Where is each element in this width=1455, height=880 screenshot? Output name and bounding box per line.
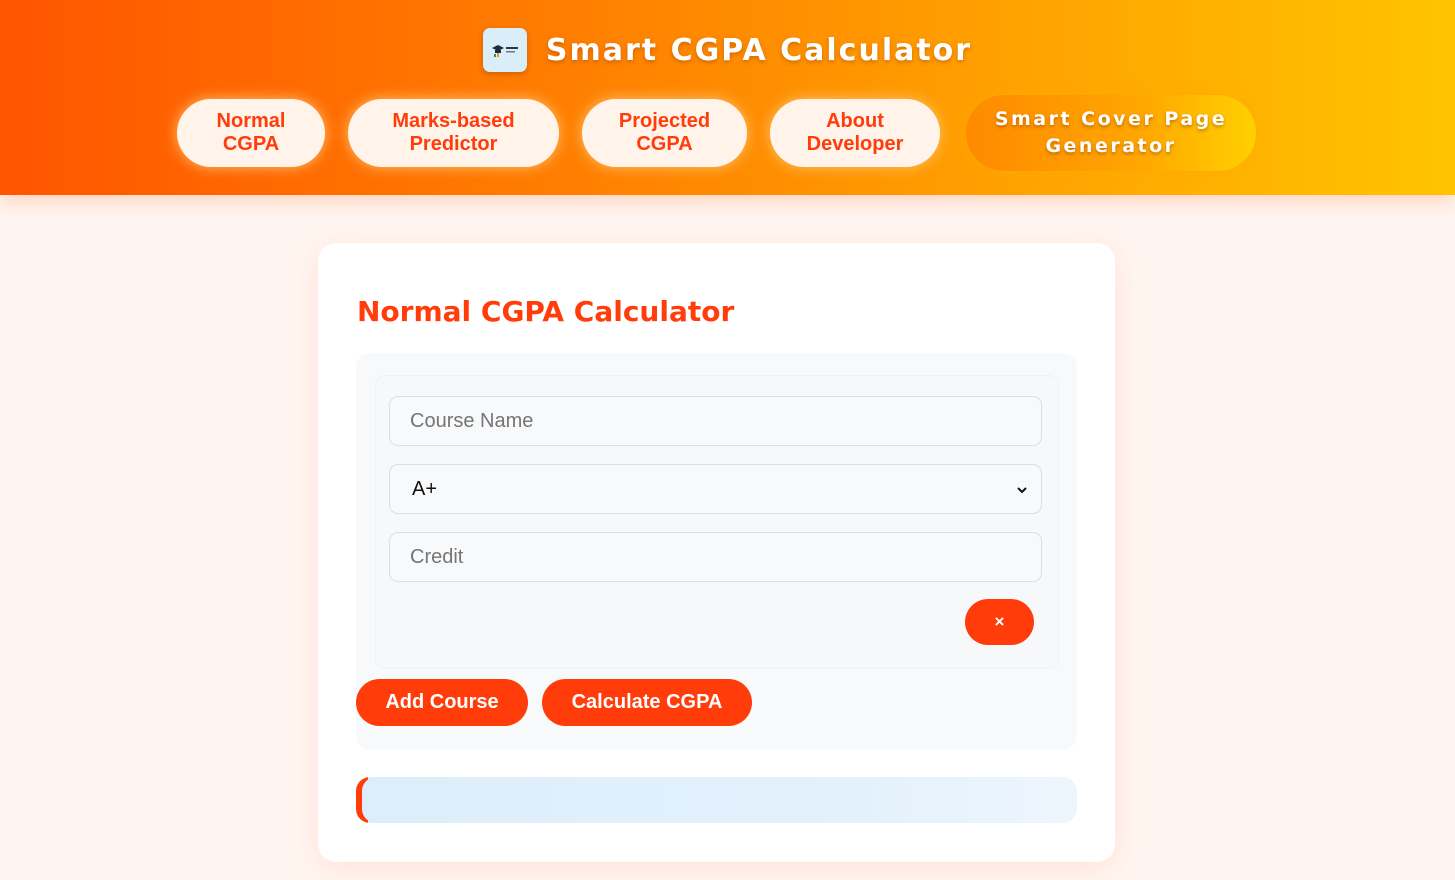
course-name-input[interactable] bbox=[389, 396, 1042, 446]
nav-projected-cgpa-button[interactable]: Projected CGPA bbox=[582, 99, 747, 167]
course-entry-row: A+ × bbox=[375, 375, 1059, 669]
result-accent-inner bbox=[362, 777, 376, 823]
brand: Smart CGPA Calculator bbox=[0, 28, 1455, 72]
grade-select-value: A+ bbox=[412, 477, 438, 500]
graduation-cap-logo-icon bbox=[482, 28, 527, 72]
calculate-cgpa-button[interactable]: Calculate CGPA bbox=[542, 679, 752, 726]
nav-about-developer-button[interactable]: About Developer bbox=[770, 99, 940, 167]
add-course-button[interactable]: Add Course bbox=[356, 679, 528, 726]
app-title: Smart CGPA Calculator bbox=[545, 32, 973, 68]
calculator-title: Normal CGPA Calculator bbox=[357, 295, 735, 328]
close-icon: × bbox=[994, 612, 1005, 631]
grade-select[interactable]: A+ bbox=[389, 464, 1042, 514]
credit-input[interactable] bbox=[389, 532, 1042, 582]
course-form: A+ × Add Course Calculate CGPA bbox=[356, 353, 1077, 750]
calculator-card: Normal CGPA Calculator A+ × Add Course C… bbox=[318, 243, 1115, 862]
app-header: Smart CGPA Calculator Normal CGPA Marks-… bbox=[0, 0, 1455, 195]
nav-normal-cgpa-button[interactable]: Normal CGPA bbox=[177, 99, 325, 167]
result-display bbox=[356, 777, 1077, 823]
remove-course-button[interactable]: × bbox=[965, 599, 1034, 645]
nav-smart-cover-page-generator-button[interactable]: Smart Cover Page Generator bbox=[966, 95, 1256, 171]
chevron-down-icon bbox=[1017, 487, 1027, 494]
nav-marks-based-predictor-button[interactable]: Marks-based Predictor bbox=[348, 99, 559, 167]
